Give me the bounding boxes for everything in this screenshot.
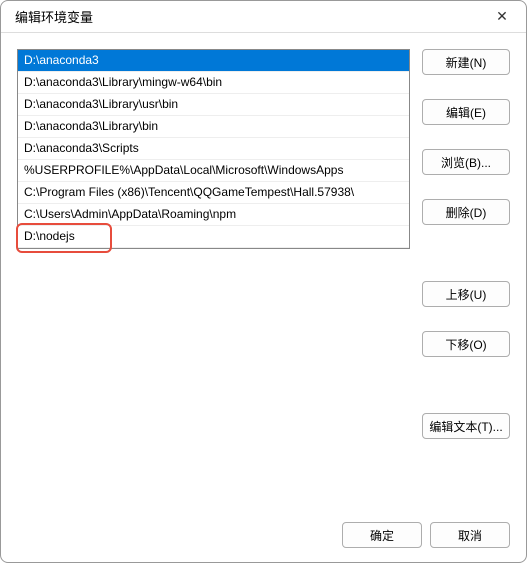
delete-button[interactable]: 删除(D) xyxy=(422,199,510,225)
list-item[interactable]: D:\anaconda3\Scripts xyxy=(18,138,409,160)
list-item[interactable]: D:\anaconda3\Library\usr\bin xyxy=(18,94,409,116)
path-list[interactable]: D:\anaconda3D:\anaconda3\Library\mingw-w… xyxy=(17,49,410,249)
move-up-button[interactable]: 上移(U) xyxy=(422,281,510,307)
env-var-dialog: 编辑环境变量 ✕ D:\anaconda3D:\anaconda3\Librar… xyxy=(0,0,527,563)
cancel-button[interactable]: 取消 xyxy=(430,522,510,548)
browse-button[interactable]: 浏览(B)... xyxy=(422,149,510,175)
dialog-footer: 确定 取消 xyxy=(1,508,526,562)
new-button[interactable]: 新建(N) xyxy=(422,49,510,75)
edit-button[interactable]: 编辑(E) xyxy=(422,99,510,125)
ok-button[interactable]: 确定 xyxy=(342,522,422,548)
button-column: 新建(N) 编辑(E) 浏览(B)... 删除(D) 上移(U) 下移(O) 编… xyxy=(422,49,510,492)
close-button[interactable]: ✕ xyxy=(486,1,518,33)
move-down-button[interactable]: 下移(O) xyxy=(422,331,510,357)
list-item[interactable]: D:\anaconda3\Library\bin xyxy=(18,116,409,138)
edit-text-button[interactable]: 编辑文本(T)... xyxy=(422,413,510,439)
list-item[interactable]: C:\Users\Admin\AppData\Roaming\npm xyxy=(18,204,409,226)
list-item[interactable]: D:\anaconda3 xyxy=(18,50,409,72)
list-item[interactable]: C:\Program Files (x86)\Tencent\QQGameTem… xyxy=(18,182,409,204)
dialog-title: 编辑环境变量 xyxy=(15,7,93,26)
list-wrapper: D:\anaconda3D:\anaconda3\Library\mingw-w… xyxy=(17,49,410,492)
list-item[interactable]: %USERPROFILE%\AppData\Local\Microsoft\Wi… xyxy=(18,160,409,182)
content-area: D:\anaconda3D:\anaconda3\Library\mingw-w… xyxy=(1,33,526,508)
close-icon: ✕ xyxy=(496,8,508,25)
list-item[interactable]: D:\anaconda3\Library\mingw-w64\bin xyxy=(18,72,409,94)
titlebar: 编辑环境变量 ✕ xyxy=(1,1,526,33)
list-item[interactable]: D:\nodejs xyxy=(18,226,409,248)
